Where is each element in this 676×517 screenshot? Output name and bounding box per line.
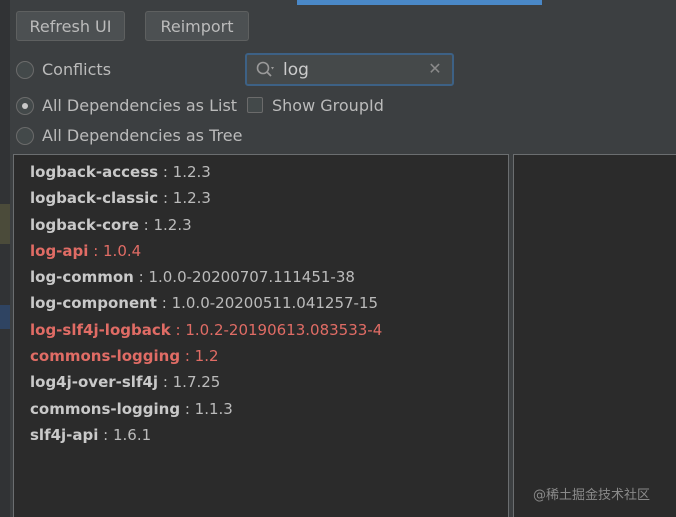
dependency-detail-panel: [513, 154, 676, 517]
all-dependencies-list-radio[interactable]: [16, 97, 34, 115]
dependency-version: 1.2.3: [172, 163, 211, 181]
dependency-separator: :: [88, 241, 104, 260]
dependency-separator: :: [156, 294, 172, 313]
dependency-separator: :: [170, 320, 186, 339]
active-tab-indicator: [297, 0, 542, 5]
show-groupid-label[interactable]: Show GroupId: [272, 96, 384, 116]
dependency-name: log-slf4j-logback: [30, 320, 171, 339]
dependency-separator: :: [158, 163, 173, 181]
dependency-list: logback-access : 1.2.3 logback-classic : …: [14, 155, 508, 448]
dependency-name: logback-core: [30, 215, 139, 234]
dependency-item[interactable]: commons-logging : 1.1.3: [30, 396, 508, 422]
dependency-version: 1.0.4: [103, 241, 142, 260]
dependency-item[interactable]: logback-classic : 1.2.3: [30, 185, 508, 211]
dependency-name: log-api: [30, 241, 89, 260]
dependency-item[interactable]: slf4j-api : 1.6.1: [30, 422, 508, 448]
left-gutter: [0, 0, 10, 517]
dependency-separator: :: [158, 189, 173, 208]
dependency-separator: :: [180, 399, 195, 418]
dependency-version: 1.0.0-20200511.041257-15: [171, 294, 379, 313]
dependency-separator: :: [158, 373, 173, 392]
dependency-name: commons-logging: [30, 347, 181, 366]
dependency-item[interactable]: logback-core : 1.2.3: [30, 212, 508, 238]
dependency-name: log4j-over-slf4j: [30, 373, 159, 392]
gutter-marker: [0, 305, 10, 329]
dependency-separator: :: [180, 347, 195, 366]
dependency-item[interactable]: log-api : 1.0.4: [30, 238, 508, 264]
dependency-version: 1.2.3: [172, 189, 211, 208]
dependency-name: log-component: [30, 294, 157, 313]
dependency-item[interactable]: log-component : 1.0.0-20200511.041257-15: [30, 290, 508, 316]
dependency-name: slf4j-api: [30, 425, 99, 444]
dependency-list-panel[interactable]: logback-access : 1.2.3 logback-classic : …: [13, 154, 509, 517]
all-dependencies-list-label[interactable]: All Dependencies as List: [42, 96, 237, 116]
dependency-separator: :: [138, 215, 154, 234]
dependency-name: commons-logging: [30, 399, 181, 418]
dependency-version: 1.0.2-20190613.083533-4: [185, 320, 383, 339]
dependency-item[interactable]: commons-logging : 1.2: [30, 343, 508, 369]
dependency-version: 1.0.0-20200707.111451-38: [148, 268, 355, 287]
all-dependencies-tree-radio[interactable]: [16, 127, 34, 145]
all-dependencies-tree-label[interactable]: All Dependencies as Tree: [42, 126, 242, 146]
dependency-name: logback-access: [30, 163, 159, 181]
dependency-separator: :: [98, 425, 113, 444]
dependency-version: 1.1.3: [194, 399, 233, 418]
search-field[interactable]: ✕: [245, 53, 454, 86]
dependency-version: 1.7.25: [172, 373, 221, 392]
dependency-item[interactable]: log-common : 1.0.0-20200707.111451-38: [30, 264, 508, 290]
conflicts-label[interactable]: Conflicts: [42, 60, 111, 80]
dependency-item[interactable]: logback-access : 1.2.3: [30, 159, 508, 185]
show-groupid-checkbox[interactable]: [247, 97, 263, 113]
dependency-item[interactable]: log4j-over-slf4j : 1.7.25: [30, 369, 508, 395]
dependency-version: 1.2: [194, 347, 219, 366]
close-icon[interactable]: ✕: [428, 60, 442, 78]
dependency-version: 1.6.1: [113, 425, 152, 444]
gutter-marker: [0, 204, 10, 244]
dependency-separator: :: [133, 268, 149, 287]
dependency-name: logback-classic: [30, 189, 159, 208]
watermark: @稀土掘金技术社区: [533, 488, 651, 503]
refresh-ui-button[interactable]: Refresh UI: [16, 11, 125, 41]
search-icon[interactable]: [255, 60, 277, 80]
conflicts-radio[interactable]: [16, 61, 34, 79]
dependency-version: 1.2.3: [153, 215, 192, 234]
dependency-name: log-common: [30, 268, 134, 287]
search-input[interactable]: [283, 58, 423, 82]
reimport-button[interactable]: Reimport: [145, 11, 249, 41]
dependency-item[interactable]: log-slf4j-logback : 1.0.2-20190613.08353…: [30, 317, 508, 343]
